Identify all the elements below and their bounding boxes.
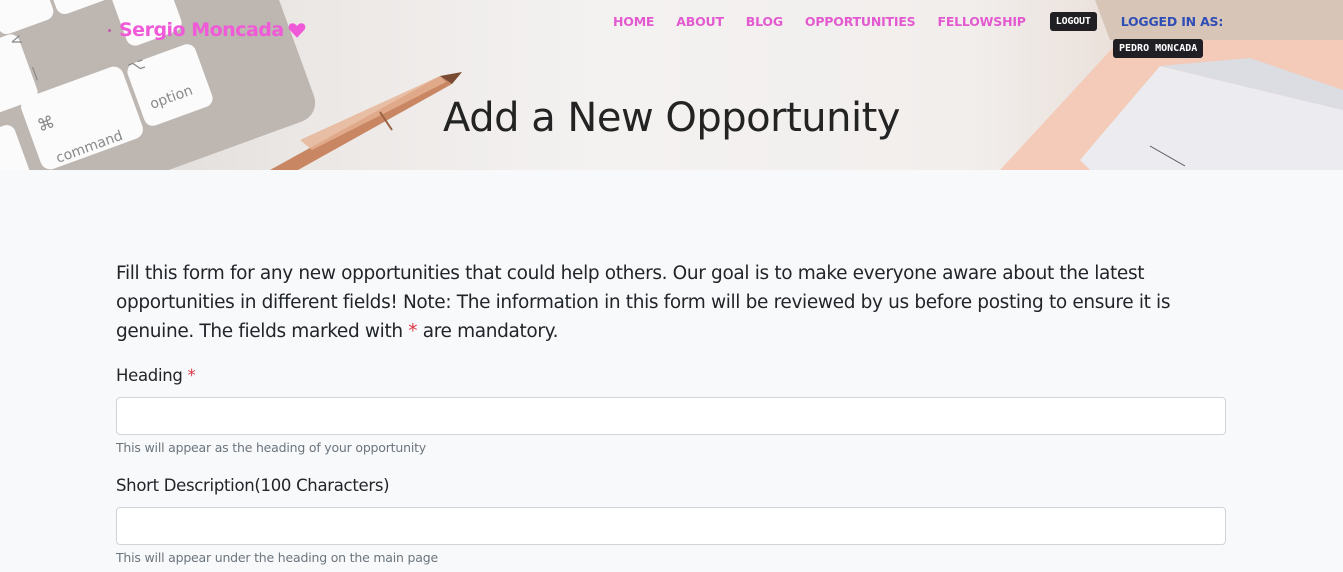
logged-in-label: LOGGED IN AS: [1120, 14, 1224, 29]
nav-link-opportunities[interactable]: OPPORTUNITIES [805, 14, 916, 29]
short-description-input[interactable] [116, 507, 1226, 545]
nav-link-blog[interactable]: BLOG [746, 14, 783, 29]
short-description-label: Short Description(100 Characters) [116, 476, 390, 495]
username-badge: PEDRO MONCADA [1113, 39, 1204, 58]
brand-logo[interactable]: Sergio Moncada [108, 17, 306, 43]
form-intro-end: are mandatory. [417, 321, 559, 342]
logout-button[interactable]: LOGOUT [1049, 12, 1097, 31]
form-intro: Fill this form for any new opportunities… [116, 259, 1236, 346]
heading-required-marker: * [187, 366, 196, 385]
nav-link-home[interactable]: HOME [613, 14, 654, 29]
form-intro-text: Fill this form for any new opportunities… [116, 263, 1171, 342]
heading-help-text: This will appear as the heading of your … [116, 440, 426, 455]
nav-link-about[interactable]: ABOUT [676, 14, 724, 29]
nav-link-fellowship[interactable]: FELLOWSHIP [937, 14, 1025, 29]
short-description-help-text: This will appear under the heading on th… [116, 550, 438, 565]
page-title: Add a New Opportunity [443, 95, 900, 141]
heading-input[interactable] [116, 397, 1226, 435]
brand-name: Sergio Moncada [119, 19, 284, 41]
heading-label-text: Heading [116, 366, 183, 385]
heading-label: Heading * [116, 366, 196, 385]
required-marker: * [408, 321, 418, 342]
main-nav: HOME ABOUT BLOG OPPORTUNITIES FELLOWSHIP… [613, 12, 1223, 31]
hero-banner: < | ⌘ command ⌥ option Sergio Moncada HO… [0, 0, 1343, 170]
brand-dot [108, 28, 111, 32]
heart-icon [288, 22, 306, 38]
